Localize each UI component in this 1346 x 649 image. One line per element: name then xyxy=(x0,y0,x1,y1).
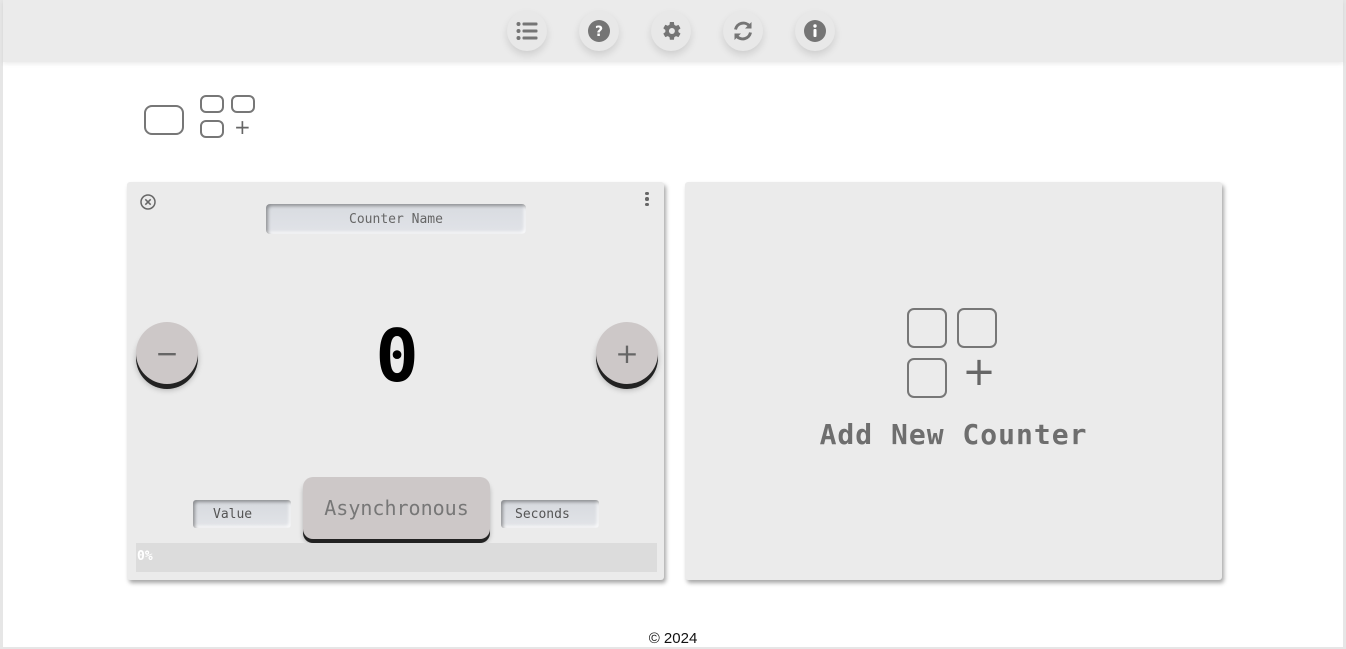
add-counter-label: Add New Counter xyxy=(819,418,1088,451)
refresh-button[interactable] xyxy=(723,11,763,51)
more-menu-button[interactable] xyxy=(640,190,654,208)
list-icon xyxy=(516,22,538,40)
info-icon xyxy=(804,20,826,42)
close-icon[interactable] xyxy=(139,193,157,211)
settings-button[interactable] xyxy=(651,11,691,51)
decrement-button[interactable]: − xyxy=(136,322,198,384)
progress-label: 0% xyxy=(137,549,153,564)
plus-icon: + xyxy=(234,115,251,139)
gear-icon xyxy=(663,22,681,40)
footer-copyright: © 2024 xyxy=(648,630,698,647)
progress-bar: 0% xyxy=(136,543,657,572)
help-icon: ? xyxy=(588,20,610,42)
grid-layout-button[interactable]: + xyxy=(200,95,260,141)
top-toolbar: ? xyxy=(3,0,1343,62)
svg-text:?: ? xyxy=(595,24,603,40)
counter-name-input[interactable] xyxy=(266,204,526,234)
grid-cell-icon xyxy=(200,95,224,113)
refresh-icon xyxy=(734,21,752,41)
help-button[interactable]: ? xyxy=(579,11,619,51)
increment-button[interactable]: + xyxy=(596,322,658,384)
seconds-input[interactable] xyxy=(501,500,599,528)
add-counter-icon: + xyxy=(907,308,1003,402)
app-page: ? + Counter Name − 0 + Value Asynchronou… xyxy=(0,0,1346,649)
counter-card: − 0 + Asynchronous 0% xyxy=(127,182,664,580)
info-button[interactable] xyxy=(795,11,835,51)
grid-cell-icon xyxy=(231,95,255,113)
add-counter-card[interactable]: + Add New Counter xyxy=(685,182,1222,580)
counter-value: 0 xyxy=(375,314,419,398)
grid-cell-icon xyxy=(200,120,224,138)
step-value-input[interactable] xyxy=(193,500,291,528)
single-layout-button[interactable] xyxy=(144,105,184,135)
list-button[interactable] xyxy=(507,11,547,51)
async-mode-button[interactable]: Asynchronous xyxy=(303,477,490,539)
